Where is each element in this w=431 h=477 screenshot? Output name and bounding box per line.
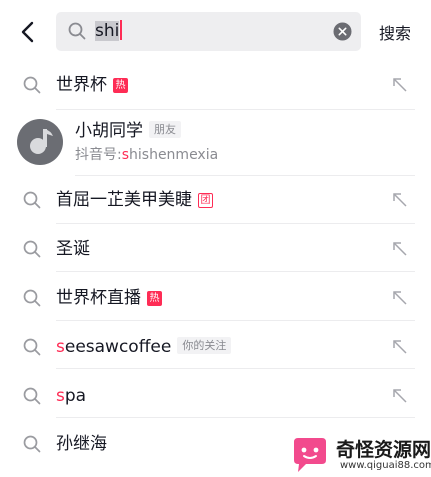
suggestion-row[interactable]: seesawcoffee 你的关注 [0, 321, 431, 369]
music-note-icon [30, 129, 53, 154]
user-id: 抖音号:shishenmexia [75, 147, 219, 163]
search-icon [23, 76, 41, 94]
avatar [17, 119, 63, 165]
fill-query-arrow-icon[interactable] [390, 288, 410, 308]
suggestion-row[interactable]: 世界杯热 [0, 62, 431, 110]
watermark-logo-icon [294, 438, 326, 472]
friend-tag: 朋友 [149, 121, 181, 138]
fill-query-arrow-icon[interactable] [390, 75, 410, 95]
hot-badge: 热 [147, 291, 162, 306]
fill-query-arrow-icon[interactable] [390, 337, 410, 357]
suggestion-text: seesawcoffee 你的关注 [56, 336, 232, 358]
user-name: 小胡同学 朋友 [75, 120, 181, 142]
user-suggestion-row[interactable]: 小胡同学 朋友 抖音号:shishenmexia [0, 110, 431, 176]
hot-badge: 热 [113, 78, 128, 93]
site-watermark: 奇怪资源网 www.qiguai88.com [288, 433, 431, 477]
search-icon [23, 240, 41, 258]
search-query-highlight: shi [95, 21, 120, 41]
suggestion-row[interactable]: 世界杯直播热 [0, 272, 431, 321]
suggestion-row[interactable]: spa [0, 369, 431, 418]
watermark-title: 奇怪资源网 [336, 439, 431, 461]
search-header: shi 搜索 [0, 0, 431, 62]
back-arrow-icon[interactable] [14, 18, 42, 46]
suggestion-text: 世界杯热 [56, 74, 128, 96]
search-icon [23, 289, 41, 307]
search-query-text[interactable]: shi [95, 20, 123, 42]
suggestion-text: 世界杯直播热 [56, 287, 162, 309]
fill-query-arrow-icon[interactable] [390, 190, 410, 210]
following-tag: 你的关注 [177, 337, 232, 354]
search-icon [23, 191, 41, 209]
search-input[interactable]: shi [56, 12, 361, 51]
search-button[interactable]: 搜索 [379, 20, 411, 44]
search-icon [23, 338, 41, 356]
watermark-url: www.qiguai88.com [340, 460, 431, 471]
group-deal-badge: 团 [198, 193, 213, 208]
suggestion-text: spa [56, 386, 87, 406]
text-cursor [120, 20, 123, 40]
clear-icon[interactable] [333, 22, 352, 41]
suggestion-text: 首屈一芷美甲美睫团 [56, 189, 213, 211]
search-icon [68, 22, 86, 40]
search-icon [23, 387, 41, 405]
suggestion-text: 圣诞 [56, 239, 90, 259]
search-icon [23, 435, 41, 453]
suggestion-row[interactable]: 首屈一芷美甲美睫团 [0, 176, 431, 224]
fill-query-arrow-icon[interactable] [390, 239, 410, 259]
suggestion-text: 孙继海 [56, 434, 107, 454]
fill-query-arrow-icon[interactable] [390, 386, 410, 406]
suggestion-row[interactable]: 圣诞 [0, 224, 431, 272]
